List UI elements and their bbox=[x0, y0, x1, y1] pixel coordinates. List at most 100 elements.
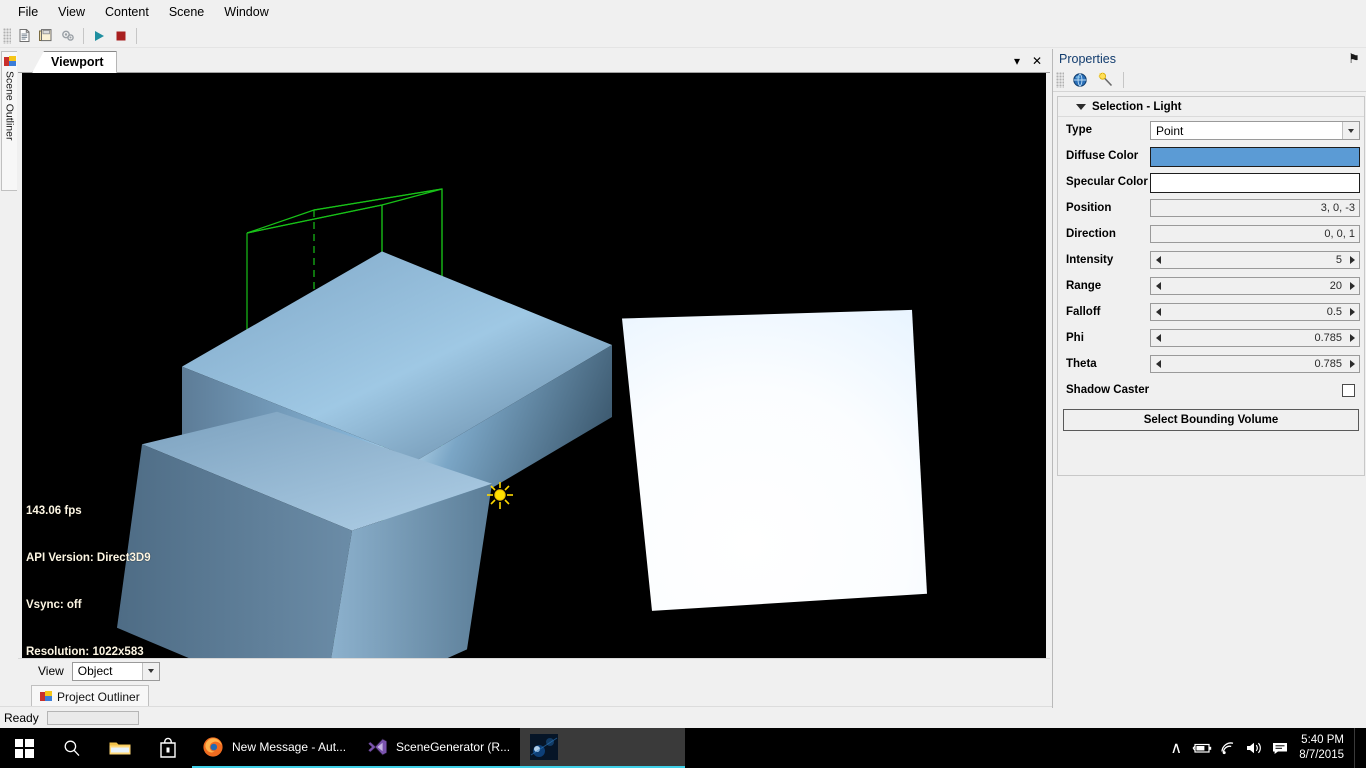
stepper-decrement-icon[interactable] bbox=[1151, 282, 1165, 290]
view-mode-label: View bbox=[38, 664, 64, 678]
space-thumbnail-icon bbox=[530, 734, 559, 760]
light-type-select[interactable]: Point bbox=[1150, 121, 1360, 140]
wifi-icon[interactable] bbox=[1215, 728, 1241, 768]
stepper-increment-icon[interactable] bbox=[1345, 308, 1359, 316]
specular-color-swatch[interactable] bbox=[1150, 173, 1360, 193]
theta-stepper[interactable]: 0.785 bbox=[1150, 355, 1360, 373]
menu-window[interactable]: Window bbox=[214, 2, 278, 22]
taskbar-clock[interactable]: 5:40 PM 8/7/2015 bbox=[1293, 728, 1354, 768]
search-button[interactable] bbox=[48, 728, 96, 768]
file-explorer-button[interactable] bbox=[96, 728, 144, 768]
viewport-canvas[interactable]: 143.06 fps API Version: Direct3D9 Vsync:… bbox=[22, 73, 1046, 658]
stepper-decrement-icon[interactable] bbox=[1151, 308, 1165, 316]
intensity-stepper[interactable]: 5 bbox=[1150, 251, 1360, 269]
stepper-increment-icon[interactable] bbox=[1345, 256, 1359, 264]
menu-view[interactable]: View bbox=[48, 2, 95, 22]
stop-button[interactable] bbox=[110, 25, 132, 47]
properties-toolbar-grip[interactable] bbox=[1056, 72, 1064, 88]
tab-label: Project Outliner bbox=[57, 689, 140, 704]
stat-line: API Version: Direct3D9 bbox=[26, 551, 151, 564]
notification-icon[interactable] bbox=[1267, 728, 1293, 768]
taskbar-scenegenerator-app[interactable] bbox=[520, 728, 686, 768]
falloff-stepper[interactable]: 0.5 bbox=[1150, 303, 1360, 321]
range-value: 20 bbox=[1329, 280, 1342, 292]
start-button[interactable] bbox=[0, 728, 48, 768]
stepper-increment-icon[interactable] bbox=[1345, 282, 1359, 290]
bottom-dock-tabstrip: Project Outliner bbox=[18, 684, 1050, 708]
taskbar-item-label: SceneGenerator (R... bbox=[396, 740, 511, 754]
stepper-increment-icon[interactable] bbox=[1345, 360, 1359, 368]
intensity-value: 5 bbox=[1335, 254, 1342, 266]
chevron-down-icon[interactable] bbox=[1076, 103, 1086, 110]
main-toolbar bbox=[0, 24, 1366, 48]
select-bounding-volume-button[interactable]: Select Bounding Volume bbox=[1063, 409, 1359, 431]
document-icon bbox=[19, 29, 29, 42]
range-stepper[interactable]: 20 bbox=[1150, 277, 1360, 295]
viewport-window-buttons: ▾ ✕ bbox=[1008, 52, 1046, 70]
menu-bar: File View Content Scene Window bbox=[0, 0, 1366, 24]
stepper-increment-icon[interactable] bbox=[1345, 334, 1359, 342]
row-specular-color: Specular Color bbox=[1058, 169, 1364, 195]
sidebar-item-scene-outliner[interactable]: Scene Outliner bbox=[1, 51, 17, 191]
row-phi: Phi 0.785 bbox=[1058, 325, 1364, 351]
status-progress-bar bbox=[46, 710, 139, 725]
diffuse-color-swatch[interactable] bbox=[1150, 147, 1360, 167]
properties-panel: Properties ⚑ Selection - Light Type Poin… bbox=[1052, 49, 1366, 708]
properties-toolbar-separator bbox=[1123, 72, 1124, 88]
chevron-down-icon[interactable] bbox=[141, 662, 159, 680]
taskbar-visual-studio[interactable]: SceneGenerator (R... bbox=[356, 728, 521, 768]
section-selection-light[interactable]: Selection - Light bbox=[1058, 97, 1364, 117]
direction-input[interactable]: 0, 0, 1 bbox=[1150, 225, 1360, 243]
run-button[interactable] bbox=[88, 25, 110, 47]
tray-expand-icon[interactable]: ∧ bbox=[1163, 728, 1189, 768]
theta-label: Theta bbox=[1066, 358, 1097, 370]
magic-wand-button[interactable] bbox=[1094, 70, 1118, 91]
phi-label: Phi bbox=[1066, 332, 1084, 344]
shadow-caster-checkbox[interactable] bbox=[1342, 383, 1355, 397]
stop-icon bbox=[116, 31, 126, 40]
row-direction: Direction 0, 0, 1 bbox=[1058, 221, 1364, 247]
clock-date: 8/7/2015 bbox=[1299, 749, 1344, 761]
search-icon bbox=[64, 740, 80, 757]
viewport-tabstrip: Viewport ▾ ✕ bbox=[18, 49, 1050, 73]
properties-body: Selection - Light Type Point Diffuse Col… bbox=[1057, 96, 1365, 476]
view-mode-value: Object bbox=[77, 664, 113, 678]
menu-scene[interactable]: Scene bbox=[159, 2, 214, 22]
wand-icon bbox=[1098, 72, 1113, 87]
close-icon[interactable]: ✕ bbox=[1028, 52, 1046, 70]
show-desktop-button[interactable] bbox=[1354, 728, 1362, 768]
new-document-button[interactable] bbox=[13, 25, 35, 47]
notification-icon bbox=[1273, 743, 1288, 754]
position-input[interactable]: 3, 0, -3 bbox=[1150, 199, 1360, 217]
taskbar-firefox[interactable]: New Message - Aut... bbox=[192, 728, 357, 768]
diffuse-color-label: Diffuse Color bbox=[1066, 150, 1139, 162]
panel-icon bbox=[40, 691, 52, 702]
toolbar-grip[interactable] bbox=[3, 27, 11, 44]
settings-gears-button[interactable] bbox=[57, 25, 79, 47]
world-globe-button[interactable] bbox=[1068, 70, 1092, 91]
view-mode-select[interactable]: Object bbox=[71, 661, 160, 681]
battery-icon[interactable] bbox=[1189, 728, 1215, 768]
falloff-label: Falloff bbox=[1066, 306, 1101, 318]
stepper-decrement-icon[interactable] bbox=[1151, 256, 1165, 264]
toolbar-separator-1 bbox=[83, 27, 84, 44]
viewport-menu-button[interactable]: ▾ bbox=[1008, 52, 1026, 70]
menu-content[interactable]: Content bbox=[95, 2, 159, 22]
tab-viewport[interactable]: Viewport bbox=[32, 51, 117, 73]
tab-project-outliner[interactable]: Project Outliner bbox=[31, 685, 149, 707]
microsoft-store-button[interactable] bbox=[144, 728, 192, 768]
phi-stepper[interactable]: 0.785 bbox=[1150, 329, 1360, 347]
system-tray: ∧ 5:40 PM 8/7/2015 bbox=[1163, 728, 1366, 768]
volume-icon[interactable] bbox=[1241, 728, 1267, 768]
sidebar-item-label: Scene Outliner bbox=[3, 71, 16, 141]
row-falloff: Falloff 0.5 bbox=[1058, 299, 1364, 325]
range-label: Range bbox=[1066, 280, 1102, 292]
open-folder-button[interactable] bbox=[35, 25, 57, 47]
stepper-decrement-icon[interactable] bbox=[1151, 360, 1165, 368]
stepper-decrement-icon[interactable] bbox=[1151, 334, 1165, 342]
chevron-down-icon[interactable] bbox=[1342, 122, 1359, 139]
folder-icon bbox=[109, 742, 131, 755]
pin-icon[interactable]: ⚑ bbox=[1346, 51, 1362, 67]
menu-file[interactable]: File bbox=[8, 2, 48, 22]
store-bag-icon bbox=[160, 737, 176, 758]
